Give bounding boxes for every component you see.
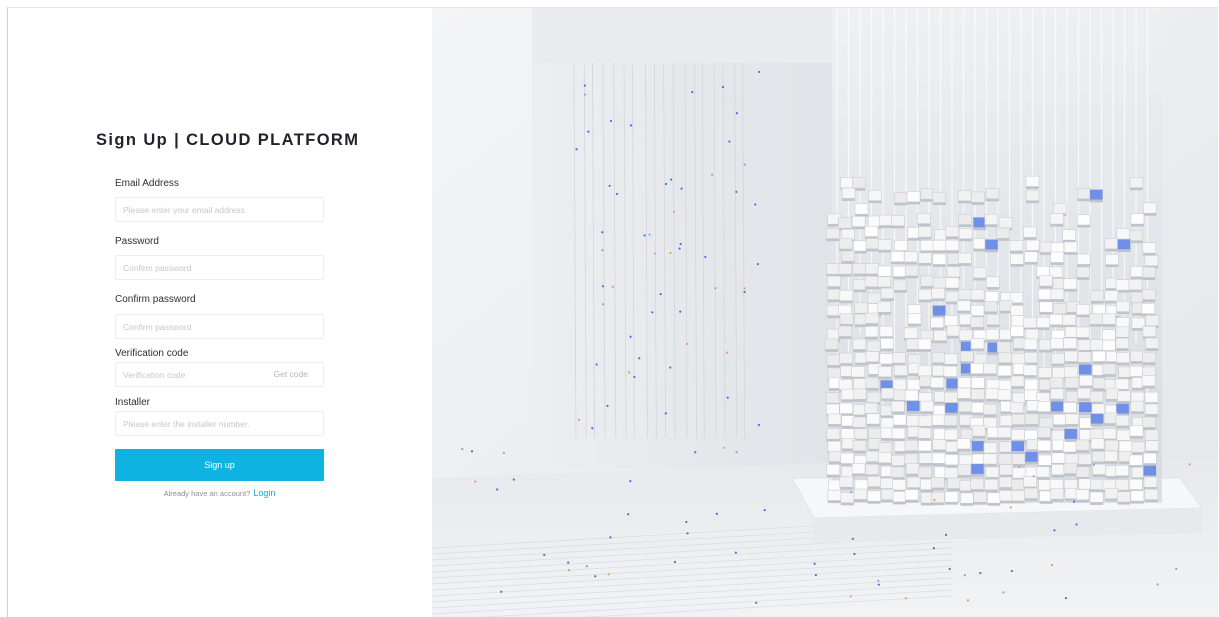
confirm-password-input[interactable] — [115, 314, 324, 339]
page: Sign Up | CLOUD PLATFORM Email Address P… — [0, 0, 1219, 617]
sign-up-button[interactable]: Sign up — [115, 449, 324, 481]
installer-label: Installer — [115, 397, 151, 408]
confirm-password-label: Confirm password — [115, 294, 196, 305]
email-label: Email Address — [115, 178, 179, 189]
password-input[interactable] — [115, 255, 324, 280]
page-title: Sign Up | CLOUD PLATFORM — [96, 131, 360, 149]
email-input[interactable] — [115, 197, 324, 222]
password-label: Password — [115, 236, 159, 247]
get-code-button[interactable]: Get code — [274, 369, 309, 379]
login-prompt-text: Already have an account? — [163, 489, 251, 498]
verification-code-label: Verification code — [115, 348, 189, 359]
app-frame: Sign Up | CLOUD PLATFORM Email Address P… — [7, 7, 1218, 617]
installer-input[interactable] — [115, 411, 324, 436]
cube-tower-image — [432, 8, 1218, 617]
login-prompt-line: Already have an account? Login — [115, 488, 324, 498]
signup-panel: Sign Up | CLOUD PLATFORM Email Address P… — [8, 8, 432, 617]
hero-illustration — [432, 8, 1218, 617]
verification-code-field: Get code — [115, 362, 324, 387]
login-link[interactable]: Login — [253, 488, 275, 498]
verification-code-input[interactable] — [116, 363, 280, 386]
